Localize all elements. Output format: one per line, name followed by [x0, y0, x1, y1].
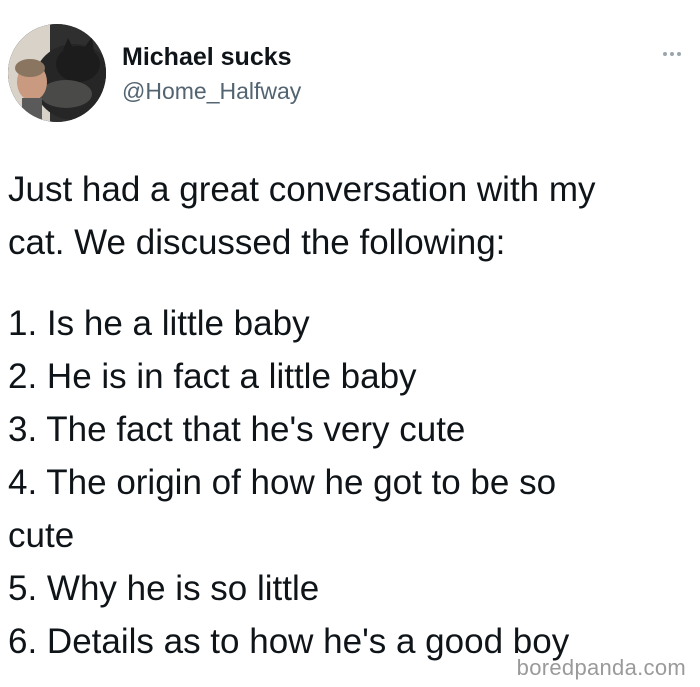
- list-item: 5. Why he is so little: [8, 569, 320, 608]
- more-options-button[interactable]: [656, 42, 688, 66]
- avatar[interactable]: [8, 24, 106, 122]
- tweet-topic-list: 1. Is he a little baby 2. He is in fact …: [8, 297, 690, 668]
- list-item: 2. He is in fact a little baby: [8, 357, 417, 396]
- tweet-intro: Just had a great conversation with my ca…: [8, 163, 690, 269]
- tweet-intro-line: Just had a great conversation with my: [8, 170, 596, 209]
- tweet-card: Michael sucks @Home_Halfway Just had a g…: [0, 0, 700, 687]
- avatar-image: [8, 24, 106, 122]
- more-horizontal-icon: [663, 52, 667, 56]
- watermark: boredpanda.com: [516, 655, 686, 680]
- more-horizontal-icon-dot: [670, 52, 674, 56]
- more-horizontal-icon-dot: [677, 52, 681, 56]
- tweet-text: Just had a great conversation with my ca…: [8, 163, 690, 668]
- list-item-continuation: cute: [8, 516, 75, 555]
- list-item: 1. Is he a little baby: [8, 304, 310, 343]
- list-item: 4. The origin of how he got to be so: [8, 463, 557, 502]
- author-handle[interactable]: @Home_Halfway: [122, 77, 301, 105]
- tweet-intro-line: cat. We discussed the following:: [8, 223, 506, 262]
- list-item: 3. The fact that he's very cute: [8, 410, 466, 449]
- author-display-name[interactable]: Michael sucks: [122, 42, 292, 72]
